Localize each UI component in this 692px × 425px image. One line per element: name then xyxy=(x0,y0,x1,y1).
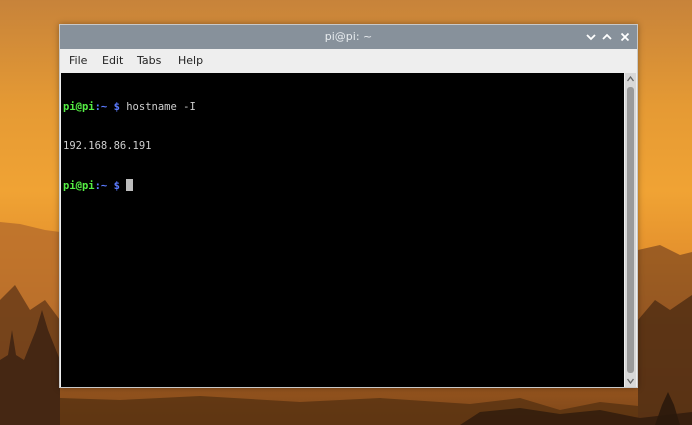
scroll-up-arrow-icon[interactable] xyxy=(627,76,634,82)
prompt-path: :~ xyxy=(94,180,114,192)
window-title: pi@pi: ~ xyxy=(324,30,373,43)
command-output: 192.168.86.191 xyxy=(63,140,152,152)
text-cursor xyxy=(126,179,134,191)
terminal-window: pi@pi: ~ File Edit Tabs Help pi@pi:~ $ h… xyxy=(59,24,638,388)
chevron-up-icon xyxy=(602,33,612,40)
vertical-scrollbar[interactable] xyxy=(625,73,636,387)
terminal-line-command: pi@pi:~ $ hostname -I xyxy=(63,101,624,114)
menu-file[interactable]: File xyxy=(69,49,87,73)
minimize-button[interactable] xyxy=(583,29,599,45)
prompt-path: :~ xyxy=(94,101,114,113)
close-icon xyxy=(620,32,630,42)
scrollbar-thumb[interactable] xyxy=(627,87,634,373)
terminal-output-area[interactable]: pi@pi:~ $ hostname -I 192.168.86.191 pi@… xyxy=(61,73,624,387)
terminal-line-prompt: pi@pi:~ $ xyxy=(63,179,624,192)
maximize-button[interactable] xyxy=(599,29,615,45)
prompt-user-host: pi@pi xyxy=(63,101,95,113)
close-button[interactable] xyxy=(617,29,633,45)
terminal-line-output: 192.168.86.191 xyxy=(63,140,624,153)
title-bar[interactable]: pi@pi: ~ xyxy=(60,25,637,49)
chevron-down-icon xyxy=(586,34,596,41)
menu-tabs[interactable]: Tabs xyxy=(137,49,161,73)
menu-bar: File Edit Tabs Help xyxy=(60,49,637,73)
command-text: hostname -I xyxy=(119,101,196,113)
menu-edit[interactable]: Edit xyxy=(102,49,123,73)
scroll-down-arrow-icon[interactable] xyxy=(627,378,634,384)
prompt-user-host: pi@pi xyxy=(63,180,95,192)
menu-help[interactable]: Help xyxy=(178,49,203,73)
